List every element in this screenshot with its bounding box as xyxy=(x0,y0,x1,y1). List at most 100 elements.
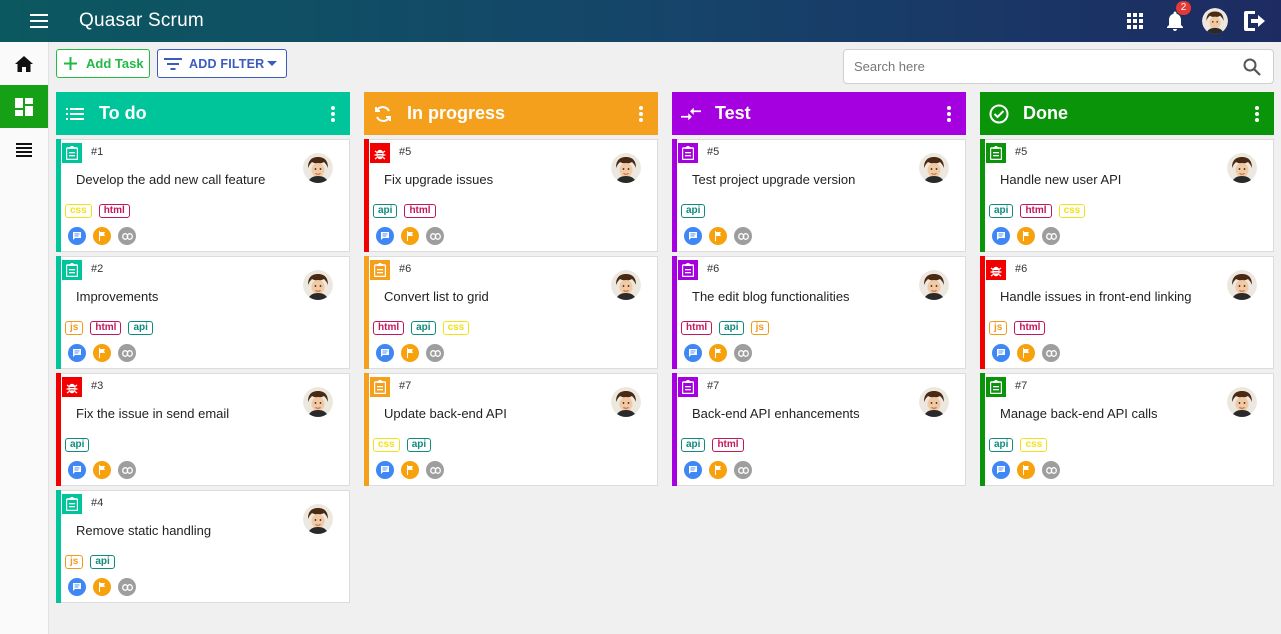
task-card[interactable]: #4 Remove static handling js api xyxy=(56,490,350,603)
logout-button[interactable] xyxy=(1235,0,1275,42)
apps-button[interactable] xyxy=(1115,0,1155,42)
task-card[interactable]: #5 Handle new user API api html css xyxy=(980,139,1274,252)
link-icon[interactable] xyxy=(118,227,136,245)
comment-icon[interactable] xyxy=(68,227,86,245)
assignee-avatar[interactable] xyxy=(611,270,641,300)
more-vert-icon[interactable] xyxy=(940,104,958,124)
assignee-avatar[interactable] xyxy=(611,153,641,183)
column-to-do: To do #1 Develop the add new call feature c… xyxy=(56,92,350,603)
sidebar-item-list[interactable] xyxy=(0,128,48,171)
card-number: #5 xyxy=(707,146,720,158)
comment-icon[interactable] xyxy=(376,227,394,245)
tag-html: html xyxy=(681,321,713,335)
link-icon[interactable] xyxy=(426,344,444,362)
comment-icon[interactable] xyxy=(376,344,394,362)
link-icon[interactable] xyxy=(1042,344,1060,362)
flag-icon[interactable] xyxy=(709,461,727,479)
flag-icon[interactable] xyxy=(93,578,111,596)
comment-icon[interactable] xyxy=(68,578,86,596)
clipboard-icon xyxy=(370,260,390,280)
search-input[interactable] xyxy=(844,50,1224,83)
task-card[interactable]: #7 Manage back-end API calls api css xyxy=(980,373,1274,486)
assignee-avatar[interactable] xyxy=(611,387,641,417)
link-icon[interactable] xyxy=(118,461,136,479)
task-card[interactable]: #6 Convert list to grid html api css xyxy=(364,256,658,369)
search-icon[interactable] xyxy=(1243,58,1261,76)
more-vert-icon[interactable] xyxy=(1248,104,1266,124)
assignee-avatar[interactable] xyxy=(1227,153,1257,183)
sidebar-item-board[interactable] xyxy=(0,85,48,128)
more-vert-icon[interactable] xyxy=(324,104,342,124)
assignee-avatar[interactable] xyxy=(919,387,949,417)
comment-icon[interactable] xyxy=(376,461,394,479)
flag-icon[interactable] xyxy=(401,227,419,245)
add-filter-button[interactable]: ADD FILTER xyxy=(157,49,287,78)
flag-icon[interactable] xyxy=(709,227,727,245)
assignee-avatar[interactable] xyxy=(303,270,333,300)
comment-icon[interactable] xyxy=(684,227,702,245)
link-icon[interactable] xyxy=(734,344,752,362)
assignee-avatar[interactable] xyxy=(303,504,333,534)
notifications-button[interactable]: 2 xyxy=(1155,0,1195,42)
more-vert-icon[interactable] xyxy=(632,104,650,124)
flag-icon[interactable] xyxy=(93,461,111,479)
task-card[interactable]: #6 The edit blog functionalities html api js xyxy=(672,256,966,369)
card-number: #5 xyxy=(1015,146,1028,158)
link-icon[interactable] xyxy=(734,227,752,245)
flag-icon[interactable] xyxy=(93,344,111,362)
menu-button[interactable] xyxy=(20,2,58,40)
task-card[interactable]: #1 Develop the add new call feature css htm… xyxy=(56,139,350,252)
card-number: #6 xyxy=(707,263,720,275)
card-accent-stripe xyxy=(364,256,369,369)
add-task-button[interactable]: Add Task xyxy=(56,49,150,78)
flag-icon[interactable] xyxy=(1017,461,1035,479)
link-icon[interactable] xyxy=(118,578,136,596)
app-title: Quasar Scrum xyxy=(79,10,204,31)
flag-icon[interactable] xyxy=(401,344,419,362)
comment-icon[interactable] xyxy=(992,227,1010,245)
task-card[interactable]: #5 Fix upgrade issues api html xyxy=(364,139,658,252)
comment-icon[interactable] xyxy=(68,344,86,362)
tag-api: api xyxy=(406,438,432,452)
comment-icon[interactable] xyxy=(684,344,702,362)
column-header: In progress xyxy=(364,92,658,135)
task-card[interactable]: #2 Improvements js html api xyxy=(56,256,350,369)
link-icon[interactable] xyxy=(1042,461,1060,479)
assignee-avatar[interactable] xyxy=(303,153,333,183)
tag-api: api xyxy=(681,438,706,452)
link-icon[interactable] xyxy=(426,227,444,245)
flag-icon[interactable] xyxy=(93,227,111,245)
tag-api: api xyxy=(989,438,1014,452)
assignee-avatar[interactable] xyxy=(919,270,949,300)
flag-icon[interactable] xyxy=(1017,344,1035,362)
link-icon[interactable] xyxy=(734,461,752,479)
sidebar-item-home[interactable] xyxy=(0,42,48,85)
comment-icon[interactable] xyxy=(992,461,1010,479)
link-icon[interactable] xyxy=(1042,227,1060,245)
card-number: #7 xyxy=(1015,380,1028,392)
assignee-avatar[interactable] xyxy=(1227,387,1257,417)
comment-icon[interactable] xyxy=(992,344,1010,362)
user-avatar-button[interactable] xyxy=(1195,0,1235,42)
comment-icon[interactable] xyxy=(684,461,702,479)
task-card[interactable]: #5 Test project upgrade version api xyxy=(672,139,966,252)
tag-html: html xyxy=(90,321,122,335)
comment-icon[interactable] xyxy=(68,461,86,479)
link-icon[interactable] xyxy=(118,344,136,362)
assignee-avatar[interactable] xyxy=(1227,270,1257,300)
task-card[interactable]: #3 Fix the issue in send email api xyxy=(56,373,350,486)
tag-css: css xyxy=(1058,204,1086,218)
assignee-avatar[interactable] xyxy=(919,153,949,183)
flag-icon[interactable] xyxy=(1017,227,1035,245)
apps-icon xyxy=(1127,13,1143,29)
assignee-avatar[interactable] xyxy=(303,387,333,417)
flag-icon[interactable] xyxy=(401,461,419,479)
card-title: Improvements xyxy=(76,289,159,304)
link-icon[interactable] xyxy=(426,461,444,479)
column-in-progress: In progress #5 Fix upgrade issues api html #6… xyxy=(364,92,658,486)
task-card[interactable]: #7 Back-end API enhancements api html xyxy=(672,373,966,486)
task-card[interactable]: #6 Handle issues in front-end linking js ht… xyxy=(980,256,1274,369)
clipboard-icon xyxy=(986,377,1006,397)
task-card[interactable]: #7 Update back-end API css api xyxy=(364,373,658,486)
flag-icon[interactable] xyxy=(709,344,727,362)
